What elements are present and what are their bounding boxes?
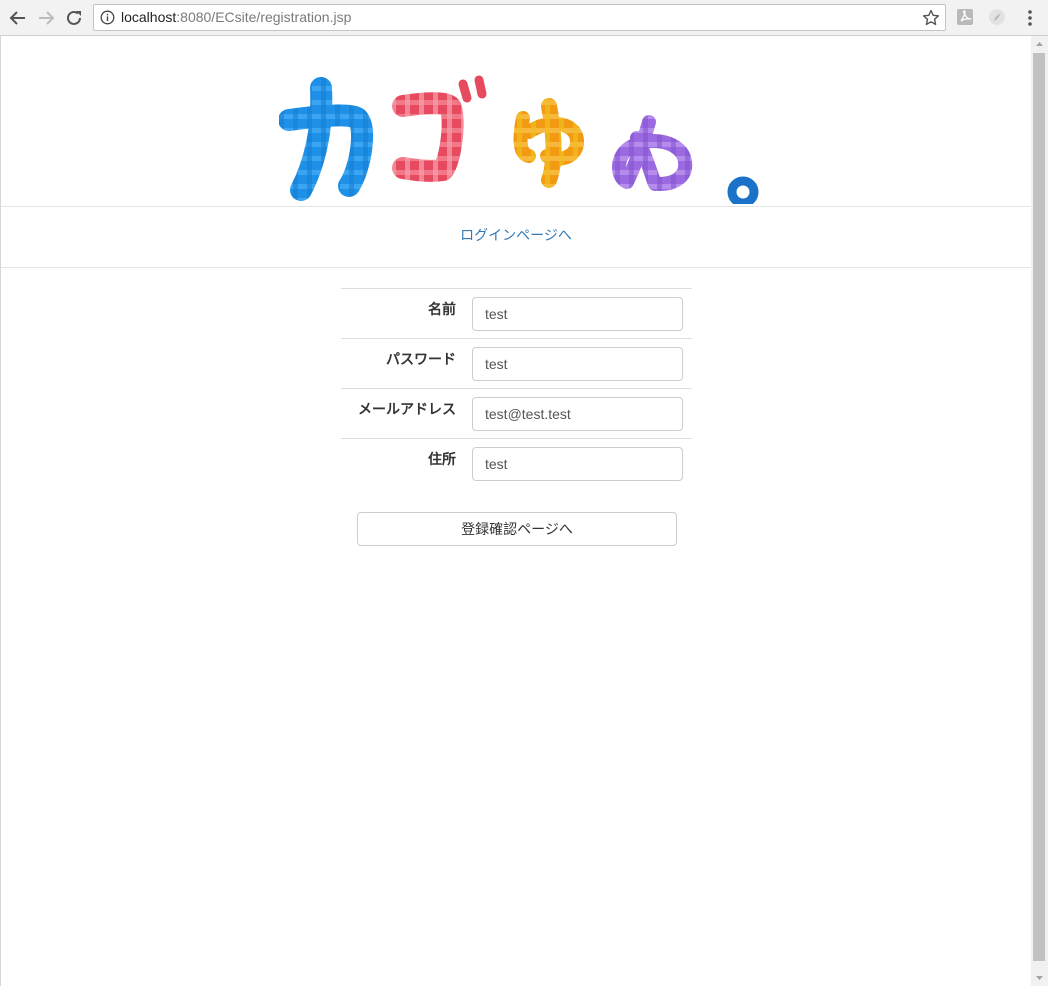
form-row-email: メールアドレス <box>341 388 692 438</box>
forward-button[interactable] <box>34 6 58 30</box>
back-arrow-icon <box>9 11 25 25</box>
logo-char-yu <box>513 98 584 188</box>
scrollbar-thumb[interactable] <box>1033 53 1045 961</box>
password-label: パスワード <box>386 352 456 368</box>
nav-divider <box>1 267 1031 268</box>
back-button[interactable] <box>6 6 30 30</box>
logo-char-period <box>727 176 759 204</box>
site-logo[interactable] <box>279 58 775 204</box>
address-label: 住所 <box>428 452 456 468</box>
password-input[interactable] <box>472 347 683 381</box>
registration-form: 名前 パスワード メールアドレス 住所 <box>341 288 692 488</box>
url-host: localhost <box>121 9 177 25</box>
reload-icon <box>67 10 81 25</box>
header-divider <box>1 206 1031 207</box>
reload-button[interactable] <box>62 6 86 30</box>
form-row-address: 住所 <box>341 438 692 488</box>
info-icon[interactable] <box>100 10 115 25</box>
address-input[interactable] <box>472 447 683 481</box>
name-input[interactable] <box>472 297 683 331</box>
address-bar[interactable]: localhost:8080/ECsite/registration.jsp <box>93 4 946 31</box>
pdf-extension-icon[interactable] <box>956 8 974 26</box>
login-page-link[interactable]: ログインページへ <box>1 226 1031 246</box>
extension-icon[interactable] <box>988 8 1006 26</box>
logo-char-go <box>392 75 487 182</box>
forward-arrow-icon <box>39 11 55 25</box>
email-label: メールアドレス <box>358 402 456 418</box>
registration-confirm-button[interactable]: 登録確認ページへ <box>357 512 677 546</box>
site-header <box>1 36 1031 206</box>
scroll-up-icon[interactable] <box>1031 36 1048 52</box>
form-row-password: パスワード <box>341 338 692 388</box>
logo-char-me <box>612 115 693 191</box>
name-label: 名前 <box>428 302 456 318</box>
email-input[interactable] <box>472 397 683 431</box>
url-path: :8080/ECsite/registration.jsp <box>176 9 352 25</box>
form-row-name: 名前 <box>341 288 692 338</box>
url-text[interactable]: localhost:8080/ECsite/registration.jsp <box>121 9 351 26</box>
kebab-menu-icon[interactable] <box>1021 8 1039 28</box>
page-viewport: ログインページへ 名前 パスワード メールアドレス 住所 登録確認ページへ <box>0 36 1031 986</box>
logo-char-ka <box>279 77 374 201</box>
scroll-down-icon[interactable] <box>1031 970 1048 986</box>
vertical-scrollbar[interactable] <box>1031 36 1048 986</box>
browser-toolbar: localhost:8080/ECsite/registration.jsp <box>0 0 1048 36</box>
star-icon[interactable] <box>921 8 941 28</box>
